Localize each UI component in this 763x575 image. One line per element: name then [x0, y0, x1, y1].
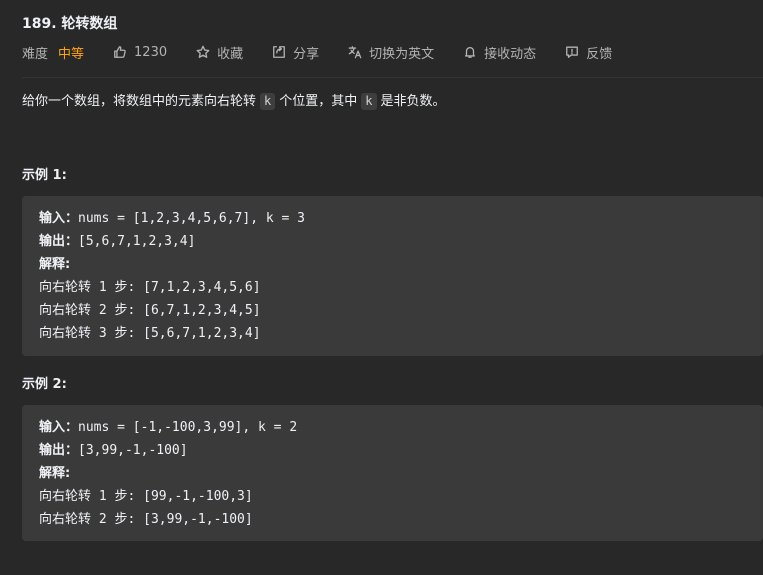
feedback-label: 反馈: [586, 46, 613, 62]
example-1-step-1: 向右轮转 1 步: [7,1,2,3,4,5,6]: [39, 280, 261, 295]
example-2-step-2: 向右轮转 2 步: [3,99,-1,-100]: [39, 512, 253, 527]
example-1-box: 输入：nums = [1,2,3,4,5,6,7], k = 3 输出：[5,6…: [22, 196, 763, 356]
difficulty-badge: 中等: [58, 46, 85, 62]
description-text-3: 是非负数。: [380, 94, 446, 109]
example-1-input-line: 输入：nums = [1,2,3,4,5,6,7], k = 3: [39, 207, 746, 230]
inline-code-k-1: k: [260, 93, 276, 110]
input-label: 输入：: [39, 420, 79, 435]
share-icon: [273, 46, 286, 58]
subscribe-label: 接收动态: [484, 46, 537, 62]
example-2-explain-label: 解释:: [39, 466, 71, 481]
share-label: 分享: [293, 46, 320, 62]
feedback-icon: [566, 46, 579, 58]
example-2-step-1: 向右轮转 1 步: [99,-1,-100,3]: [39, 489, 253, 504]
inline-code-k-2: k: [361, 93, 377, 110]
like-button[interactable]: 1230: [113, 45, 167, 60]
problem-meta-bar: 难度 中等 1230 收藏 分享 切换为英文 接收动态 反馈: [22, 43, 641, 62]
switch-language-label: 切换为英文: [369, 46, 435, 62]
input-label: 输入：: [39, 211, 79, 226]
difficulty-label: 难度: [22, 46, 49, 62]
translate-icon: [348, 46, 362, 59]
output-label: 输出：: [39, 443, 79, 458]
switch-language-button[interactable]: 切换为英文: [348, 43, 434, 62]
problem-description: 给你一个数组，将数组中的元素向右轮转 k 个位置，其中 k 是非负数。: [22, 93, 446, 111]
output-value: [5,6,7,1,2,3,4]: [78, 234, 196, 249]
example-2-box: 输入：nums = [-1,-100,3,99], k = 2 输出：[3,99…: [22, 405, 763, 541]
subscribe-button[interactable]: 接收动态: [463, 43, 536, 62]
feedback-button[interactable]: 反馈: [565, 43, 612, 62]
example-1-output-line: 输出：[5,6,7,1,2,3,4]: [39, 230, 746, 253]
description-text-2: 个位置，其中: [279, 94, 358, 109]
share-button[interactable]: 分享: [272, 43, 319, 62]
like-count: 1230: [134, 44, 168, 60]
star-icon: [196, 45, 210, 58]
example-1-step-2: 向右轮转 2 步: [6,7,1,2,3,4,5]: [39, 303, 261, 318]
example-1-title: 示例 1:: [22, 168, 67, 183]
favorite-button[interactable]: 收藏: [196, 43, 243, 62]
header-divider: [22, 77, 763, 78]
description-text-1: 给你一个数组，将数组中的元素向右轮转: [22, 94, 257, 109]
favorite-label: 收藏: [217, 46, 244, 62]
output-value: [3,99,-1,-100]: [78, 443, 188, 458]
example-1-step-3: 向右轮转 3 步: [5,6,7,1,2,3,4]: [39, 326, 261, 341]
example-1-explain-label: 解释:: [39, 257, 71, 272]
input-value: nums = [-1,-100,3,99], k = 2: [78, 420, 298, 435]
example-2-input-line: 输入：nums = [-1,-100,3,99], k = 2: [39, 416, 746, 439]
problem-page: 189. 轮转数组 难度 中等 1230 收藏 分享 切换为英文 接收动态 反馈…: [0, 0, 763, 575]
example-2-output-line: 输出：[3,99,-1,-100]: [39, 439, 746, 462]
problem-title: 189. 轮转数组: [22, 16, 118, 32]
bell-icon: [465, 46, 476, 58]
input-value: nums = [1,2,3,4,5,6,7], k = 3: [78, 211, 305, 226]
thumbs-up-icon: [114, 46, 126, 58]
example-2-title: 示例 2:: [22, 377, 67, 392]
output-label: 输出：: [39, 234, 79, 249]
